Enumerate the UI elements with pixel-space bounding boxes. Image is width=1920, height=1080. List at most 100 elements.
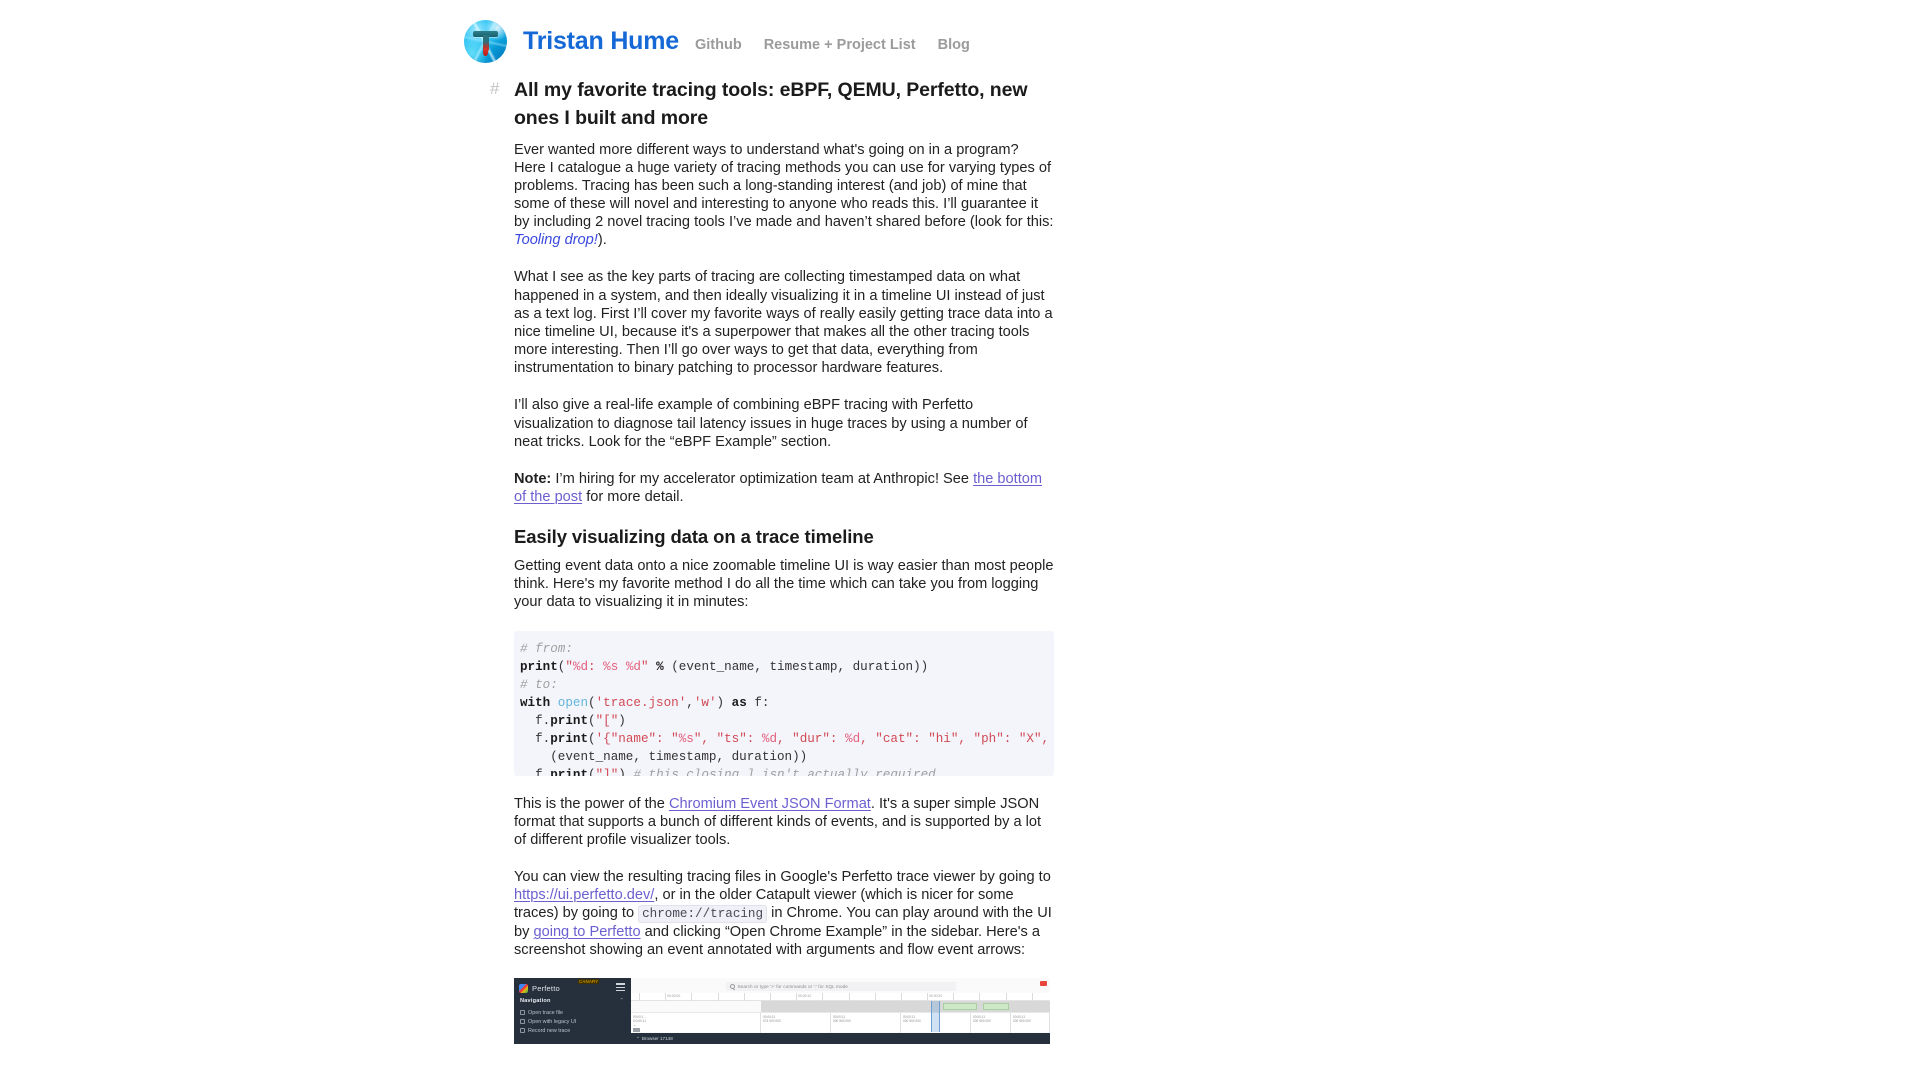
- code-token: print: [550, 713, 589, 728]
- shot-menu-item-record-new-trace[interactable]: Record new trace: [520, 1026, 628, 1035]
- ruler-tick: [953, 993, 954, 1002]
- shot-track-cell[interactable]: 00:00:11 000 500 000: [971, 1013, 1011, 1034]
- code-token: '{"name": ": [595, 731, 679, 746]
- shot-menu-item-open-legacy-ui[interactable]: Open with legacy UI: [520, 1017, 628, 1026]
- shot-sidebar: Perfetto CANARY Navigation ⌃ Open trace …: [514, 978, 631, 1045]
- ruler-tick: [639, 993, 640, 1002]
- nav-item-blog[interactable]: Blog: [938, 37, 970, 53]
- shot-track-cell[interactable]: 00:00:11 074 000 000: [761, 1013, 831, 1034]
- note-label: Note:: [514, 470, 552, 487]
- ruler-tick: [874, 993, 876, 1002]
- code-token: ): [716, 695, 732, 710]
- shot-logo-row: Perfetto: [519, 982, 627, 994]
- shot-omnibox[interactable]: Search or type '>' for commands or ':' f…: [725, 982, 956, 992]
- shot-track-cell-line2: 074 000 000: [763, 1019, 781, 1024]
- chevron-down-icon[interactable]: ⌄: [633, 1022, 636, 1027]
- ruler-tick: [822, 993, 823, 1002]
- brand-link[interactable]: Tristan Hume: [523, 27, 679, 56]
- code-token: # to:: [520, 677, 558, 692]
- code-token: print: [520, 659, 558, 674]
- window-icon: [520, 1019, 525, 1025]
- ruler-tick: [769, 993, 771, 1002]
- ruler-tick: [848, 993, 850, 1002]
- p5-part1: This is the power of the: [514, 795, 669, 812]
- paragraph-getting-event-data: Getting event data onto a nice zoomable …: [514, 558, 1054, 611]
- code-token: ,: [686, 695, 694, 710]
- ruler-tick: [979, 993, 981, 1002]
- chevron-up-icon: ⌃: [636, 1035, 640, 1041]
- ruler-tick: [691, 993, 692, 1002]
- code-token: 'w': [693, 695, 717, 710]
- header-inner: Tristan Hume Github Resume + Project Lis…: [464, 20, 970, 63]
- folder-icon: [520, 1010, 525, 1016]
- main-nav: Github Resume + Project List Blog: [695, 31, 970, 53]
- tooling-drop-link[interactable]: Tooling drop!: [514, 232, 598, 248]
- paragraph-hiring-note: Note: I’m hiring for my accelerator opti…: [514, 470, 1054, 506]
- hamburger-menu-icon[interactable]: [616, 983, 625, 992]
- ruler-tick: [665, 993, 666, 1002]
- perfetto-screenshot-image[interactable]: Perfetto CANARY Navigation ⌃ Open trace …: [514, 978, 1050, 1045]
- shot-omnibox-placeholder: Search or type '>' for commands or ':' f…: [737, 984, 848, 990]
- shot-slice-green[interactable]: [943, 1003, 977, 1011]
- ruler-tick: [796, 993, 797, 1002]
- shot-track-rows[interactable]: 00:00:1… 0:0:00:11 ⌄ 00:00:11 074 000 000 00:…: [631, 1012, 1050, 1034]
- ruler-tick: [1031, 993, 1033, 1002]
- p6-part1: You can view the resulting tracing files…: [514, 869, 1051, 886]
- shot-track-cell[interactable]: 00:00:11 000 500 000: [1011, 1013, 1050, 1034]
- ruler-tick: [717, 993, 719, 1002]
- shot-nav-header: Navigation: [520, 998, 551, 1005]
- shot-track-cell[interactable]: 00:00:1… 0:0:00:11 ⌄: [631, 1013, 761, 1034]
- perfetto-ui-link[interactable]: https://ui.perfetto.dev/: [514, 887, 654, 903]
- shot-slice-chip[interactable]: [633, 1027, 640, 1032]
- code-token: (: [588, 767, 596, 776]
- shot-selection-highlight[interactable]: [931, 1001, 940, 1033]
- section-anchor-icon[interactable]: #: [490, 77, 499, 101]
- ruler-tick: [900, 993, 902, 1002]
- shot-app-name: Perfetto: [532, 983, 560, 993]
- page-title: # All my favorite tracing tools: eBPF, QE…: [490, 76, 1054, 133]
- shot-footer-track[interactable]: ⌃ Browser 17148: [631, 1033, 1050, 1045]
- ruler-tick-label: 00:00:10: [798, 994, 812, 999]
- chromium-event-json-format-link[interactable]: Chromium Event JSON Format: [669, 796, 871, 812]
- site-header: Tristan Hume Github Resume + Project Lis…: [0, 0, 1920, 72]
- section-title-text: Easily visualizing data on a trace timel…: [514, 526, 874, 548]
- code-token: f.: [520, 731, 551, 746]
- code-token: %d: [572, 659, 589, 674]
- shot-timeline-ruler[interactable]: 00:00:0000:00:1000:00:2000:00:30: [631, 993, 1050, 1002]
- shot-menu-item-open-trace-file[interactable]: Open trace file: [520, 1008, 628, 1017]
- avatar-t-drop: [483, 48, 488, 56]
- ruler-tick-label: 00:00:00: [667, 994, 681, 999]
- code-token: ": [640, 659, 649, 674]
- nav-item-resume[interactable]: Resume + Project List: [764, 37, 916, 53]
- code-token: (event_name, timestamp, duration)): [663, 659, 929, 674]
- code-token: # from:: [520, 641, 573, 656]
- code-token: %d: [761, 731, 778, 746]
- paragraph-intro: Ever wanted more different ways to under…: [514, 141, 1054, 250]
- code-token: "[": [595, 713, 619, 728]
- code-token: 'trace.json': [595, 695, 687, 710]
- page-title-text: All my favorite tracing tools: eBPF, QEM…: [514, 79, 1028, 130]
- chrome-tracing-inline-code: chrome://tracing: [638, 905, 768, 924]
- code-token: (: [588, 695, 596, 710]
- code-block-python[interactable]: # from: print("%d: %s %d" % (event_name,…: [514, 630, 1054, 776]
- code-token: (: [588, 713, 596, 728]
- avatar[interactable]: [464, 20, 507, 63]
- paragraph-intro-part1: Ever wanted more different ways to under…: [514, 141, 1054, 231]
- page-root: Tristan Hume Github Resume + Project Lis…: [0, 0, 1920, 1080]
- code-token: print: [550, 731, 589, 746]
- code-token: , "cat": "hi", "ph": "X", "pid": 1, "t: [860, 731, 1050, 746]
- shot-track-cell[interactable]: 00:00:11 000 500 000: [831, 1013, 901, 1034]
- code-token: f.: [520, 767, 551, 776]
- code-token: open: [557, 695, 589, 710]
- shot-track-cell-line2: 000 500 000: [973, 1019, 991, 1024]
- shot-menu-label: Open trace file: [528, 1009, 564, 1016]
- chevron-up-icon[interactable]: ⌃: [619, 998, 624, 1004]
- code-token: print: [550, 767, 589, 776]
- code-token: f.: [520, 713, 551, 728]
- shot-slice-green[interactable]: [983, 1003, 1009, 1011]
- nav-item-github[interactable]: Github: [695, 37, 742, 53]
- going-to-perfetto-link[interactable]: going to Perfetto: [533, 924, 640, 940]
- close-icon[interactable]: [1040, 981, 1047, 987]
